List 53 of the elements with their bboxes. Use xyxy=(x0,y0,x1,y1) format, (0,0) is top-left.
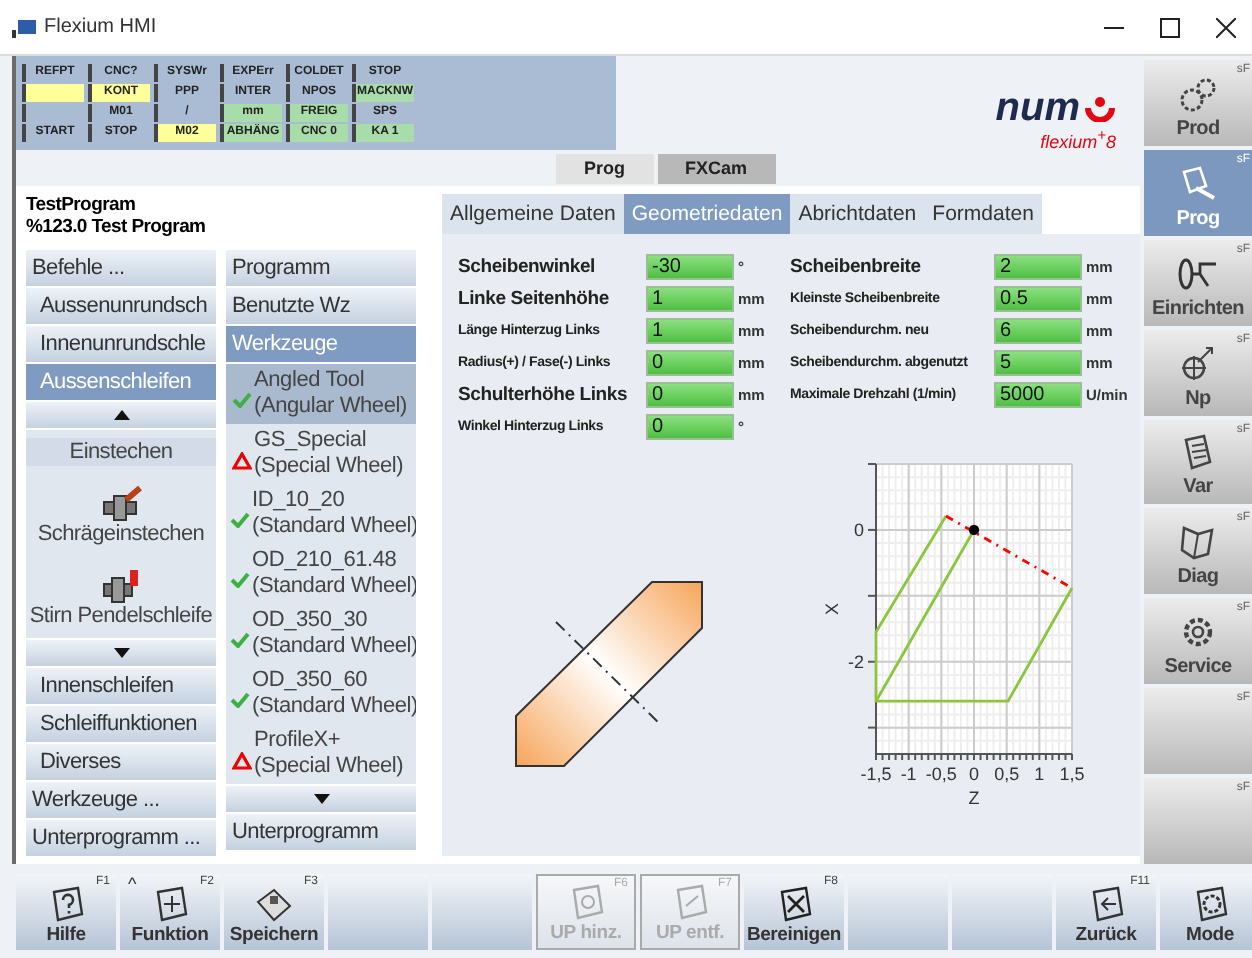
button-label: Speichern xyxy=(229,924,319,946)
axis-label: X xyxy=(822,603,842,615)
button-label: Funktion xyxy=(131,924,209,946)
button-label: Zurück xyxy=(1075,924,1137,946)
tool-type: (Standard Wheel) xyxy=(252,694,416,720)
tool-name: Angled Tool xyxy=(254,368,367,394)
tool-type: (Special Wheel) xyxy=(254,454,404,480)
button-label: Mode xyxy=(1185,924,1234,946)
brand-logo: num xyxy=(995,90,1080,126)
tick-label: -2 xyxy=(847,651,864,672)
button-label: UP hinz. xyxy=(550,922,622,944)
program-name: TestProgram xyxy=(26,194,138,216)
field-label: Linke Seitenhöhe xyxy=(458,287,611,309)
button-label: Prod xyxy=(1176,117,1220,140)
cycle-label: Schrägeinstechen xyxy=(37,521,205,546)
tool-name: ID_10_20 xyxy=(252,488,347,514)
cycle-label: Einstechen xyxy=(69,440,173,465)
tool-name: GS_Special xyxy=(254,428,369,454)
tool-type: (Standard Wheel) xyxy=(252,574,416,600)
tool-name: ProfileX+ xyxy=(254,728,343,754)
axis-label: Z xyxy=(968,788,980,808)
field-label: Scheibenbreite xyxy=(790,255,923,277)
tick-label: 0,5 xyxy=(994,764,1020,784)
tick-label: -1 xyxy=(900,764,917,784)
tool-name: OD_350_60 xyxy=(252,668,370,694)
tool-type: (Angular Wheel) xyxy=(254,394,407,420)
button-label: Bereinigen xyxy=(746,924,842,946)
field-label: Scheibenwinkel xyxy=(458,255,597,277)
button-label: Service xyxy=(1164,656,1232,679)
caret-label: ^ xyxy=(128,874,137,894)
tick-label: 0 xyxy=(853,519,864,540)
window-title: Flexium HMI xyxy=(44,16,157,38)
tool-type: (Standard Wheel) xyxy=(252,634,416,660)
button-label: Np xyxy=(1185,387,1211,410)
button-label: Einrichten xyxy=(1152,297,1244,320)
button-label: Prog xyxy=(1176,207,1220,230)
program-description: %123.0 Test Program xyxy=(26,216,208,238)
cycle-label: Stirn Pendelschleife xyxy=(29,603,213,628)
tool-name: OD_350_30 xyxy=(252,608,370,634)
tick-label: 1 xyxy=(1034,764,1045,784)
tick-label: -0,5 xyxy=(925,764,957,784)
tool-type: (Standard Wheel) xyxy=(252,514,416,540)
tick-label: 0 xyxy=(969,764,979,784)
button-label: Var xyxy=(1183,476,1213,499)
tool-name: OD_210_61.48 xyxy=(252,548,399,574)
tick-label: 1,5 xyxy=(1059,764,1085,784)
product-name: flexium$^{+}$8 xyxy=(1040,126,1116,152)
button-label: Hilfe xyxy=(46,924,86,946)
tool-type: (Special Wheel) xyxy=(254,754,404,780)
tick-label: -1,5 xyxy=(860,764,892,784)
field-label: Schulterhöhe Links xyxy=(458,383,630,405)
button-label: UP entf. xyxy=(655,922,725,944)
button-label: Diag xyxy=(1177,566,1219,589)
